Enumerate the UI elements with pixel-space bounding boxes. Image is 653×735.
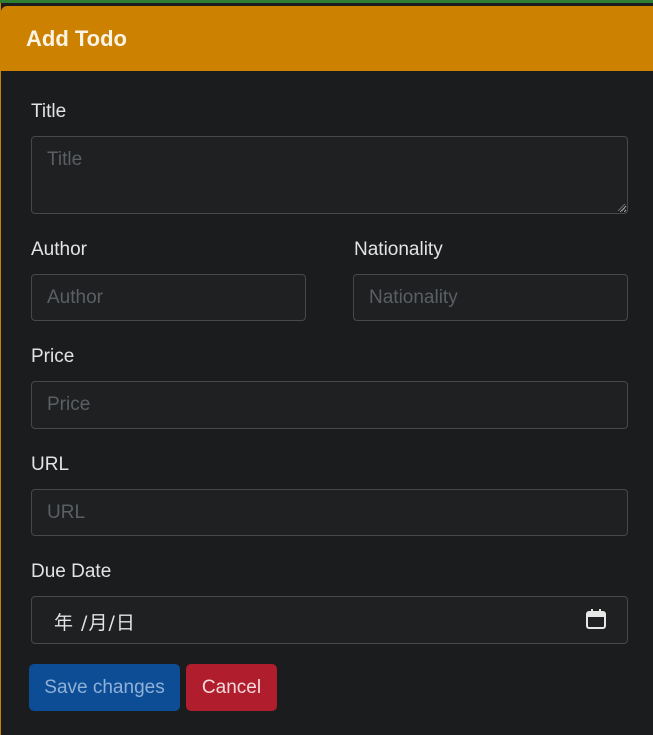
author-input[interactable] bbox=[31, 274, 306, 321]
title-field-wrapper bbox=[31, 136, 628, 214]
title-textarea[interactable] bbox=[31, 136, 628, 214]
resize-grip-icon[interactable] bbox=[616, 202, 626, 212]
nationality-label: Nationality bbox=[354, 239, 443, 260]
calendar-icon[interactable] bbox=[585, 608, 607, 630]
save-changes-button[interactable]: Save changes bbox=[29, 664, 180, 711]
price-input[interactable] bbox=[31, 381, 628, 429]
due-date-value: 年 /月/日 bbox=[54, 612, 136, 634]
url-input[interactable] bbox=[31, 489, 628, 536]
due-date-label: Due Date bbox=[31, 561, 112, 582]
modal-header: Add Todo bbox=[1, 6, 653, 71]
cancel-button[interactable]: Cancel bbox=[186, 664, 277, 711]
modal-title: Add Todo bbox=[26, 26, 127, 51]
url-label: URL bbox=[31, 454, 70, 475]
add-todo-modal: Add Todo Title Author Nationality Price … bbox=[0, 0, 653, 735]
due-date-input[interactable]: 年 /月/日 bbox=[31, 596, 628, 644]
title-label: Title bbox=[31, 101, 67, 122]
modal-left-border bbox=[0, 3, 1, 735]
nationality-input[interactable] bbox=[353, 274, 628, 321]
price-label: Price bbox=[31, 346, 75, 367]
author-label: Author bbox=[31, 239, 87, 260]
